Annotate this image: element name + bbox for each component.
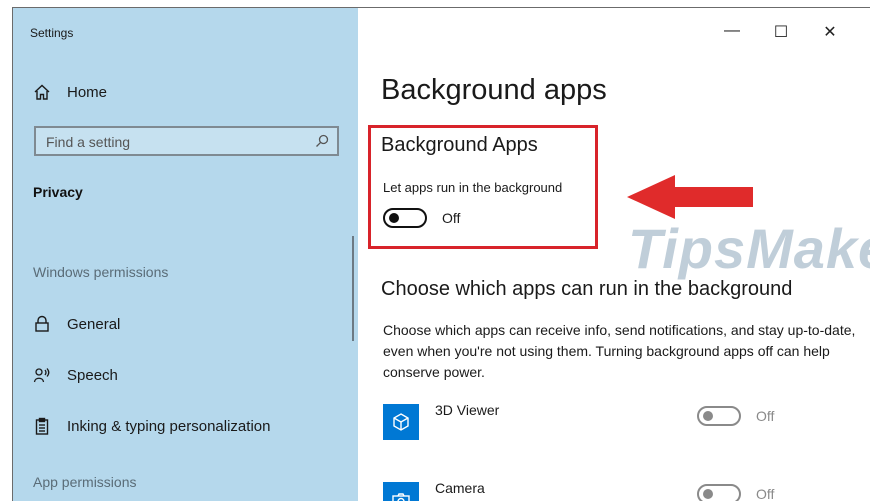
toggle-state-text: Off [442, 210, 460, 226]
app-name: Camera [435, 480, 485, 496]
page-title: Background apps [381, 74, 607, 107]
section-title: Background Apps [381, 134, 538, 157]
sidebar: Settings Home Find a setting Privacy Win… [13, 8, 358, 501]
app-toggle-3d-viewer[interactable] [697, 406, 741, 426]
minimize-button[interactable]: — [720, 22, 744, 40]
cube-icon [383, 404, 419, 440]
section-privacy: Privacy [33, 184, 83, 200]
search-input[interactable]: Find a setting [34, 126, 339, 156]
main-content: — ☐ ✕ Background apps Background Apps Le… [358, 8, 870, 501]
clipboard-icon [33, 417, 51, 435]
sidebar-item-label: Speech [67, 367, 118, 384]
sidebar-item-label: Inking & typing personalization [67, 418, 270, 435]
app-row: Camera Off [383, 482, 833, 501]
sidebar-item-general[interactable]: General [33, 315, 120, 333]
background-toggle-label: Let apps run in the background [383, 180, 562, 195]
search-placeholder: Find a setting [46, 134, 130, 150]
sidebar-scrollbar[interactable] [352, 236, 354, 341]
sidebar-item-inking-typing[interactable]: Inking & typing personalization [33, 417, 270, 435]
choose-apps-description: Choose which apps can receive info, send… [383, 320, 858, 383]
app-toggle-state: Off [756, 486, 774, 501]
choose-apps-heading: Choose which apps can run in the backgro… [381, 278, 792, 301]
app-permissions-heading: App permissions [33, 474, 137, 490]
settings-window: Settings Home Find a setting Privacy Win… [12, 7, 870, 501]
search-icon[interactable] [315, 134, 329, 148]
app-name: 3D Viewer [435, 402, 499, 418]
toggle-knob [703, 489, 713, 499]
sidebar-item-speech[interactable]: Speech [33, 366, 118, 384]
red-arrow-icon [625, 172, 755, 222]
app-toggle-camera[interactable] [697, 484, 741, 501]
speech-icon [33, 366, 51, 384]
maximize-button[interactable]: ☐ [769, 22, 793, 42]
watermark: TipsMake [628, 216, 870, 281]
lock-icon [33, 315, 51, 333]
home-icon [33, 83, 51, 101]
app-toggle-state: Off [756, 408, 774, 424]
toggle-knob [389, 213, 399, 223]
home-label: Home [67, 84, 107, 101]
windows-permissions-heading: Windows permissions [33, 264, 168, 280]
camera-icon [383, 482, 419, 501]
app-row: 3D Viewer Off [383, 404, 833, 444]
sidebar-item-home[interactable]: Home [33, 83, 107, 101]
toggle-knob [703, 411, 713, 421]
close-button[interactable]: ✕ [818, 22, 842, 42]
sidebar-item-label: General [67, 316, 120, 333]
window-title: Settings [30, 26, 73, 40]
background-apps-toggle[interactable] [383, 208, 427, 228]
